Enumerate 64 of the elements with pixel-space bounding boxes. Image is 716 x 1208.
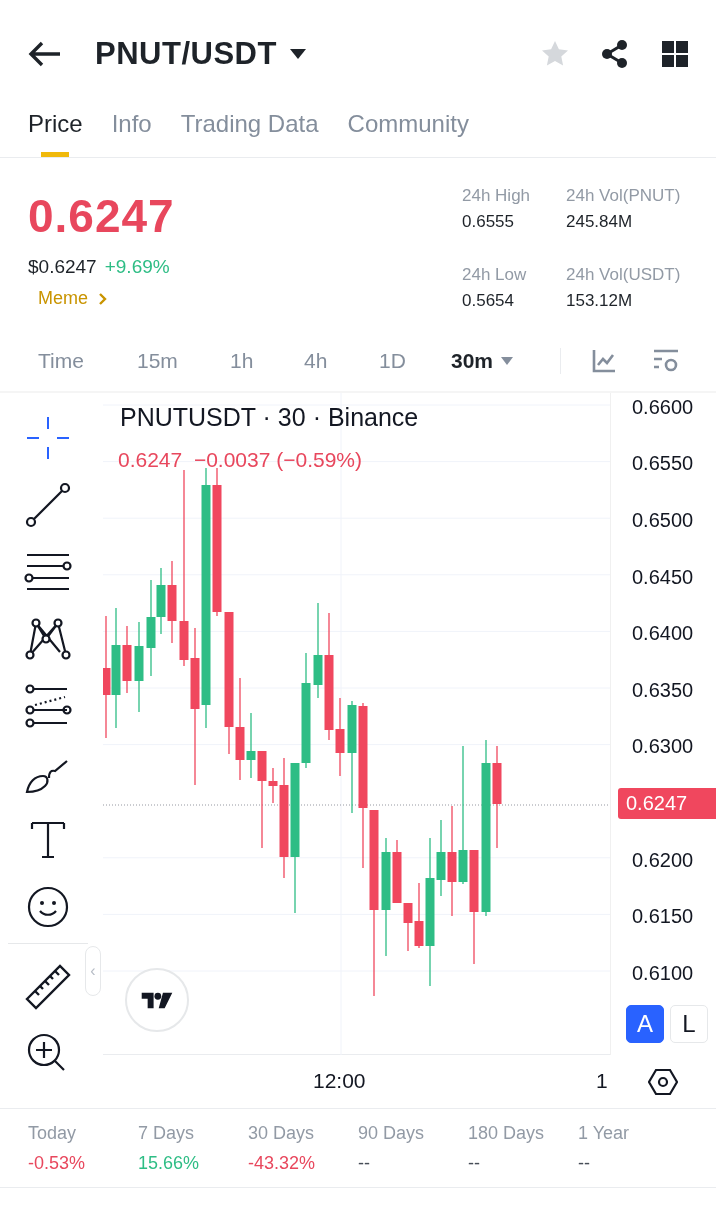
- stat-label: 24h Vol(USDT): [566, 265, 682, 285]
- price-tag: 0.6247: [618, 787, 716, 819]
- stat-value: 245.84M: [566, 212, 634, 232]
- stat-value: 0.6555: [462, 212, 515, 232]
- scale-mode-button[interactable]: A: [626, 1005, 664, 1043]
- period-change: --: [468, 1153, 481, 1174]
- interval-tab[interactable]: 1D: [379, 348, 406, 373]
- stat-label: 24h High: [462, 186, 532, 206]
- axis-label: 0.6350: [631, 677, 695, 703]
- period-label: 180 Days: [468, 1123, 546, 1144]
- axis-label: 0.6300: [631, 734, 695, 760]
- interval-tab[interactable]: 1h: [230, 348, 254, 373]
- tab[interactable]: Trading Data: [180, 110, 319, 158]
- axis-label: 0.6100: [631, 960, 695, 986]
- ohlc-readout: 0.6247 −0.0037 (−0.59%): [118, 448, 363, 472]
- price-change: +9.69%: [104, 256, 170, 278]
- period-label: Today: [28, 1123, 78, 1144]
- share-icon[interactable]: [600, 39, 630, 69]
- tab[interactable]: Community: [347, 110, 469, 158]
- period-label: 7 Days: [138, 1123, 196, 1144]
- candle: [403, 902, 413, 952]
- chevron-right-icon[interactable]: [98, 292, 107, 305]
- chart-title: PNUTUSDT · 30 · Binance: [120, 403, 419, 432]
- caret-icon[interactable]: [288, 48, 307, 60]
- axis-label: 0.6600: [631, 394, 695, 420]
- indicator-icon[interactable]: [591, 347, 618, 374]
- usd-price: $0.6247: [28, 256, 97, 278]
- stat-label: 24h Vol(PNUT): [566, 186, 682, 206]
- tab[interactable]: Info: [111, 110, 152, 158]
- period-change: --: [358, 1153, 371, 1174]
- interval-tab[interactable]: Time: [38, 348, 84, 373]
- caret-icon: [501, 356, 514, 365]
- period-label: 1 Year: [578, 1123, 631, 1144]
- time-label: 12:00: [313, 1069, 366, 1093]
- interval-tab[interactable]: 4h: [304, 348, 328, 373]
- period-label: 90 Days: [358, 1123, 426, 1144]
- axis-label: 0.6200: [631, 847, 695, 873]
- pair-title[interactable]: PNUT/USDT: [95, 36, 277, 72]
- axis-label: 0.6550: [631, 451, 695, 477]
- category-link[interactable]: Meme: [38, 288, 88, 309]
- interval-tab[interactable]: 30m: [451, 348, 514, 373]
- axis-label: 0.6400: [631, 621, 695, 647]
- collapse-handle[interactable]: ‹: [85, 946, 101, 996]
- back-arrow-icon[interactable]: [28, 41, 62, 67]
- logo-icon: [140, 990, 174, 1010]
- time-label: 1: [596, 1069, 608, 1093]
- period-change: 15.66%: [138, 1153, 201, 1174]
- tab[interactable]: Price: [28, 110, 83, 158]
- axis-label: 0.6450: [631, 564, 695, 590]
- period-change: -0.53%: [28, 1153, 87, 1174]
- interval-tab[interactable]: 15m: [137, 348, 178, 373]
- stat-value: 153.12M: [566, 291, 634, 311]
- period-change: --: [578, 1153, 591, 1174]
- last-price: 0.6247: [28, 189, 176, 244]
- grid-icon[interactable]: [660, 39, 690, 69]
- stat-label: 24h Low: [462, 265, 528, 285]
- axis-label: 0.6150: [631, 904, 695, 930]
- stat-value: 0.5654: [462, 291, 515, 311]
- settings-icon[interactable]: [648, 1066, 678, 1097]
- scale-mode-button[interactable]: L: [670, 1005, 708, 1043]
- period-change: -43.32%: [248, 1153, 317, 1174]
- period-label: 30 Days: [248, 1123, 316, 1144]
- chart-settings-icon[interactable]: [653, 347, 680, 374]
- axis-label: 0.6500: [631, 508, 695, 533]
